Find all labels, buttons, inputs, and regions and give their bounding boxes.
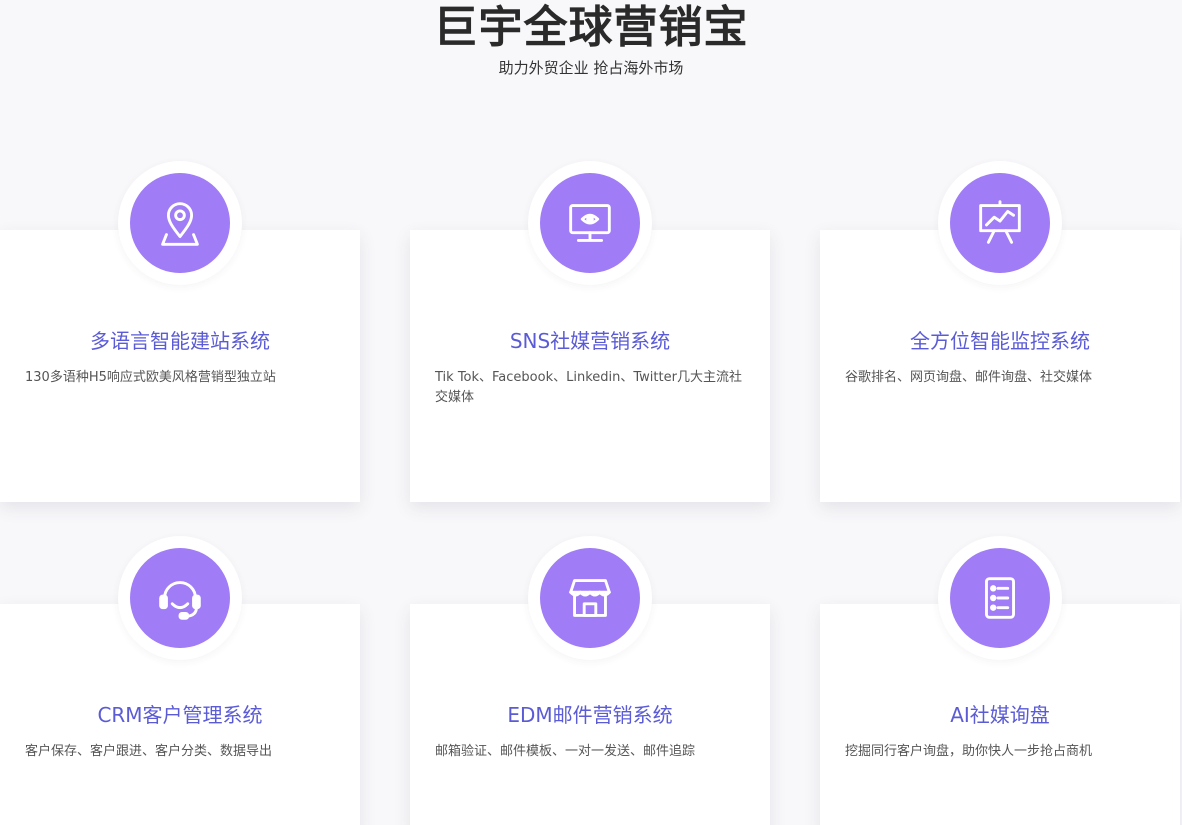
card-description: 客户保存、客户跟进、客户分类、数据导出 (25, 744, 273, 759)
icon-ring (118, 536, 242, 660)
card-title: CRM客户管理系统 (97, 703, 263, 727)
monitor-eye-icon (540, 173, 640, 273)
page-title: 巨宇全球营销宝 (433, 2, 749, 53)
card-description: 邮箱验证、邮件模板、一对一发送、邮件追踪 (435, 744, 696, 759)
icon-ring (528, 536, 652, 660)
storefront-icon (540, 548, 640, 648)
card-description: 130多语种H5响应式欧美风格营销型独立站 (25, 370, 276, 385)
icon-ring (528, 161, 652, 285)
card-title: EDM邮件营销系统 (507, 703, 673, 727)
headset-icon (130, 548, 230, 648)
icon-ring (938, 536, 1062, 660)
icon-ring (938, 161, 1062, 285)
card-title: SNS社媒营销系统 (509, 329, 671, 353)
card-title: AI社媒询盘 (950, 703, 1050, 727)
location-pin-icon (130, 173, 230, 273)
icon-ring (118, 161, 242, 285)
card-description: 谷歌排名、网页询盘、邮件询盘、社交媒体 (845, 370, 1093, 385)
card-title: 多语言智能建站系统 (90, 329, 270, 353)
page-subtitle: 助力外贸企业 抢占海外市场 (498, 59, 684, 77)
card-title: 全方位智能监控系统 (910, 329, 1090, 353)
card-description: 挖掘同行客户询盘，助你快人一步抢占商机 (845, 744, 1093, 759)
document-list-icon (950, 548, 1050, 648)
presentation-chart-icon (950, 173, 1050, 273)
page: 巨宇全球营销宝 助力外贸企业 抢占海外市场 多语言智能建站系统 130多语种H5… (0, 0, 1182, 825)
card-description: Tik Tok、Facebook、Linkedin、Twitter几大主流社交媒… (435, 370, 742, 405)
